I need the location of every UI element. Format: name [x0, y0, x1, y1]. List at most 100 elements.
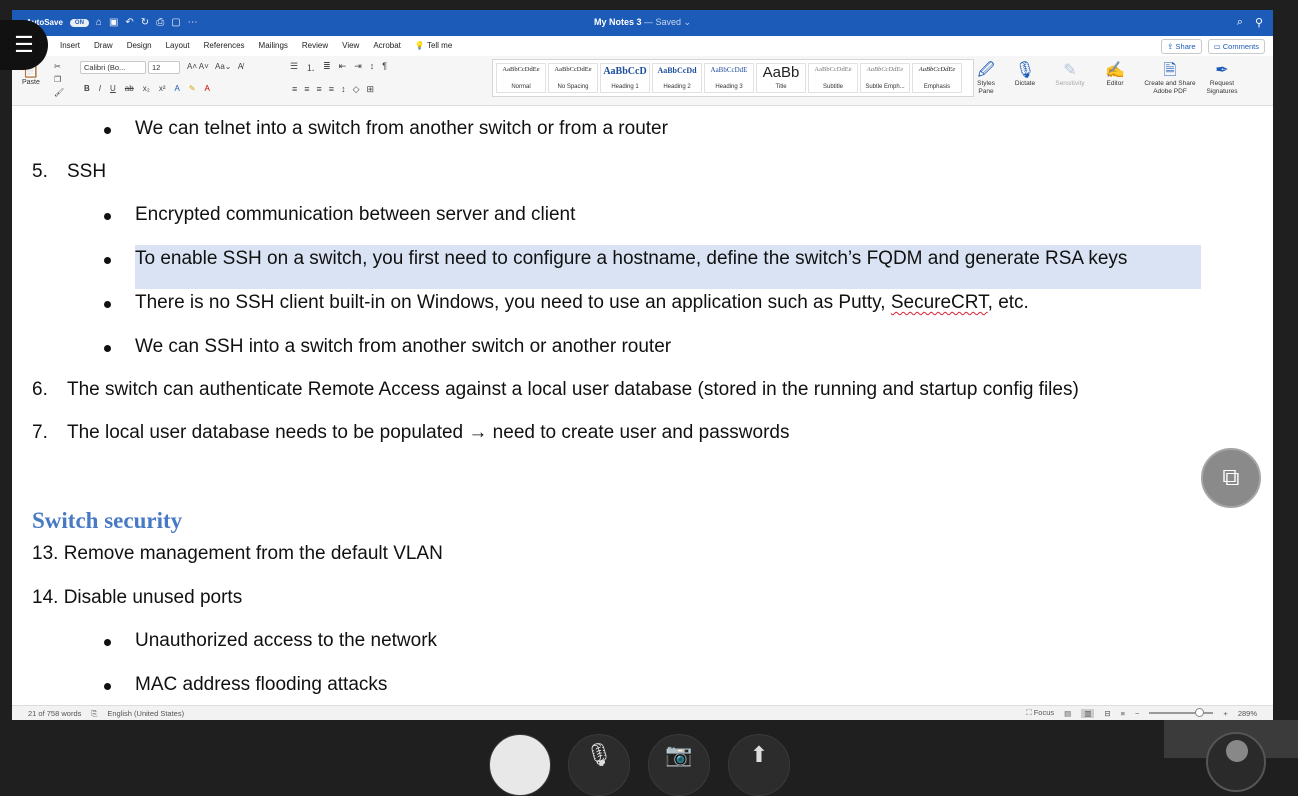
format-painter-icon[interactable]: 🖌 [54, 88, 64, 97]
style-heading-3[interactable]: AaBbCcDdE Heading 3 [704, 63, 754, 93]
style-emphasis[interactable]: AaBbCcDdEe Emphasis [912, 63, 962, 93]
highlight-button[interactable]: ✎ [189, 84, 196, 93]
zoom-level[interactable]: 289% [1238, 709, 1257, 718]
underline-button[interactable]: U [110, 84, 116, 93]
search-icon[interactable]: ⌕ [1237, 16, 1243, 29]
text-run: There is no SSH client built-in on Windo… [135, 292, 891, 313]
alignment-tools: ≡ ≡ ≡ ≡ ↕ ◇ ⊞ [292, 84, 374, 95]
justify-icon[interactable]: ≡ [329, 84, 334, 95]
numbering-icon[interactable]: ⒈ [306, 61, 315, 74]
editor-button[interactable]: ✍ Editor [1101, 62, 1129, 88]
sensitivity-button[interactable]: ✎ Sensitivity [1052, 62, 1088, 88]
italic-button[interactable]: I [99, 84, 101, 93]
share-button[interactable]: ⇪ Share [1161, 39, 1202, 54]
zoom-out-icon[interactable]: − [1135, 709, 1139, 718]
section-heading: Switch security [32, 508, 183, 533]
style-name: Emphasis [923, 84, 951, 90]
tab-references[interactable]: References [204, 41, 245, 50]
print-layout-icon[interactable]: ▥ [1081, 708, 1095, 718]
line-spacing-icon[interactable]: ↕ [341, 84, 346, 95]
bullets-icon[interactable]: ☰ [290, 61, 298, 74]
document-body[interactable]: We can telnet into a switch from another… [12, 106, 1273, 705]
proofing-icon[interactable]: ⎘ [91, 709, 97, 719]
camera-toggle-button[interactable]: 📷 [648, 734, 710, 796]
word-count[interactable]: 21 of 758 words [28, 709, 81, 719]
sort-icon[interactable]: ↕ [370, 61, 375, 74]
style-name: Title [775, 84, 787, 90]
create-share-pdf-button[interactable]: 🗎 Create and Share Adobe PDF [1140, 62, 1200, 96]
microphone-toggle-button[interactable]: 🎙 [568, 734, 630, 796]
style-subtle-emphasis[interactable]: AaBbCcDdEe Subtle Emph... [860, 63, 910, 93]
zoom-slider-knob[interactable] [1195, 708, 1205, 717]
bullet-mac-flooding: MAC address flooding attacks [103, 674, 388, 695]
tab-draw[interactable]: Draw [94, 41, 113, 50]
grow-shrink-font[interactable]: A˄ A˅ Aa⌄ A̸ [187, 62, 243, 71]
tab-review[interactable]: Review [302, 41, 328, 50]
collaborate-icon[interactable]: ⚲ [1255, 16, 1263, 29]
tell-me-search[interactable]: 💡 Tell me [415, 41, 452, 50]
tab-layout[interactable]: Layout [166, 41, 190, 50]
picture-in-picture-button[interactable]: ⧉ [1201, 448, 1261, 508]
bullet-telnet: We can telnet into a switch from another… [104, 118, 668, 139]
share-off-icon: ⬆ [749, 742, 769, 767]
self-view-tile[interactable] [1164, 720, 1298, 792]
viewer-menu-button[interactable]: ☰ [0, 20, 48, 70]
style-subtitle[interactable]: AaBbCcDdEe Subtitle [808, 63, 858, 93]
signature-icon: ✒ [1215, 62, 1229, 79]
borders-icon[interactable]: ⊞ [366, 84, 374, 95]
title-bar: AutoSave ON ⌂ ▣ ↶ ↻ ⎙ ▢ ⋯ My Notes 3 — S… [12, 10, 1273, 36]
font-size-select[interactable]: 12 [148, 61, 180, 74]
subscript-button[interactable]: x₂ [143, 84, 150, 93]
align-left-icon[interactable]: ≡ [292, 84, 297, 95]
bullet-enable-ssh: To enable SSH on a switch, you first nee… [103, 248, 1128, 269]
tab-view[interactable]: View [342, 41, 359, 50]
shading-icon[interactable]: ◇ [353, 84, 360, 95]
tab-mailings[interactable]: Mailings [259, 41, 288, 50]
focus-button[interactable]: ⛶ Focus [1026, 708, 1054, 718]
list-item-14: 14. Disable unused ports [32, 587, 243, 608]
focus-label: Focus [1033, 708, 1055, 717]
superscript-button[interactable]: x² [159, 84, 166, 93]
comments-button[interactable]: ▭ Comments [1207, 39, 1265, 54]
request-signatures-button[interactable]: ✒ Request Signatures [1202, 62, 1242, 96]
align-right-icon[interactable]: ≡ [317, 84, 322, 95]
style-preview: AaBbCcDd [657, 66, 697, 75]
style-normal[interactable]: AaBbCcDdEe Normal [496, 63, 546, 93]
style-title[interactable]: AaBb Title [756, 63, 806, 93]
screen-share-button[interactable]: ⬆ [728, 734, 790, 796]
align-center-icon[interactable]: ≡ [304, 84, 309, 95]
style-no-spacing[interactable]: AaBbCcDdEe No Spacing [548, 63, 598, 93]
copy-icon[interactable]: ❐ [54, 75, 61, 84]
tab-design[interactable]: Design [127, 41, 152, 50]
outline-icon[interactable]: ≡ [1121, 709, 1125, 718]
font-color-button[interactable]: A [205, 84, 210, 93]
style-heading-1[interactable]: AaBbCcD Heading 1 [600, 63, 650, 93]
pilcrow-icon[interactable]: ¶ [382, 61, 387, 74]
decrease-indent-icon[interactable]: ⇤ [339, 61, 347, 74]
text-effects-button[interactable]: A [174, 84, 179, 93]
style-heading-2[interactable]: AaBbCcDd Heading 2 [652, 63, 702, 93]
font-name-select[interactable]: Calibri (Bo... [80, 61, 146, 74]
multilevel-icon[interactable]: ≣ [323, 61, 331, 74]
cut-icon[interactable]: ✂ [54, 62, 61, 71]
zoom-in-icon[interactable]: + [1223, 709, 1227, 718]
read-mode-icon[interactable]: ▤ [1064, 709, 1071, 718]
tab-insert[interactable]: Insert [60, 41, 80, 50]
zoom-slider[interactable] [1149, 708, 1214, 717]
language-indicator[interactable]: English (United States) [107, 709, 184, 719]
misspelled-word[interactable]: SecureCRT [891, 292, 988, 313]
strikethrough-button[interactable]: ab [125, 84, 134, 93]
bullet-ssh-into: We can SSH into a switch from another sw… [103, 336, 672, 357]
sensitivity-icon: ✎ [1063, 62, 1077, 79]
paste-label: Paste [22, 79, 40, 86]
dictate-button[interactable]: 🎙 Dictate [1011, 62, 1039, 88]
increase-indent-icon[interactable]: ⇥ [354, 61, 362, 74]
style-preview: AaBbCcDdE [710, 66, 748, 74]
web-layout-icon[interactable]: ⊟ [1104, 709, 1110, 718]
styles-pane-button[interactable]: 🖉 Styles Pane [974, 62, 998, 96]
style-name: Subtitle [822, 84, 843, 90]
tab-acrobat[interactable]: Acrobat [373, 41, 401, 50]
bold-button[interactable]: B [84, 84, 90, 93]
style-preview: AaBbCcDdEe [502, 66, 540, 73]
participant-avatar[interactable] [489, 734, 551, 796]
